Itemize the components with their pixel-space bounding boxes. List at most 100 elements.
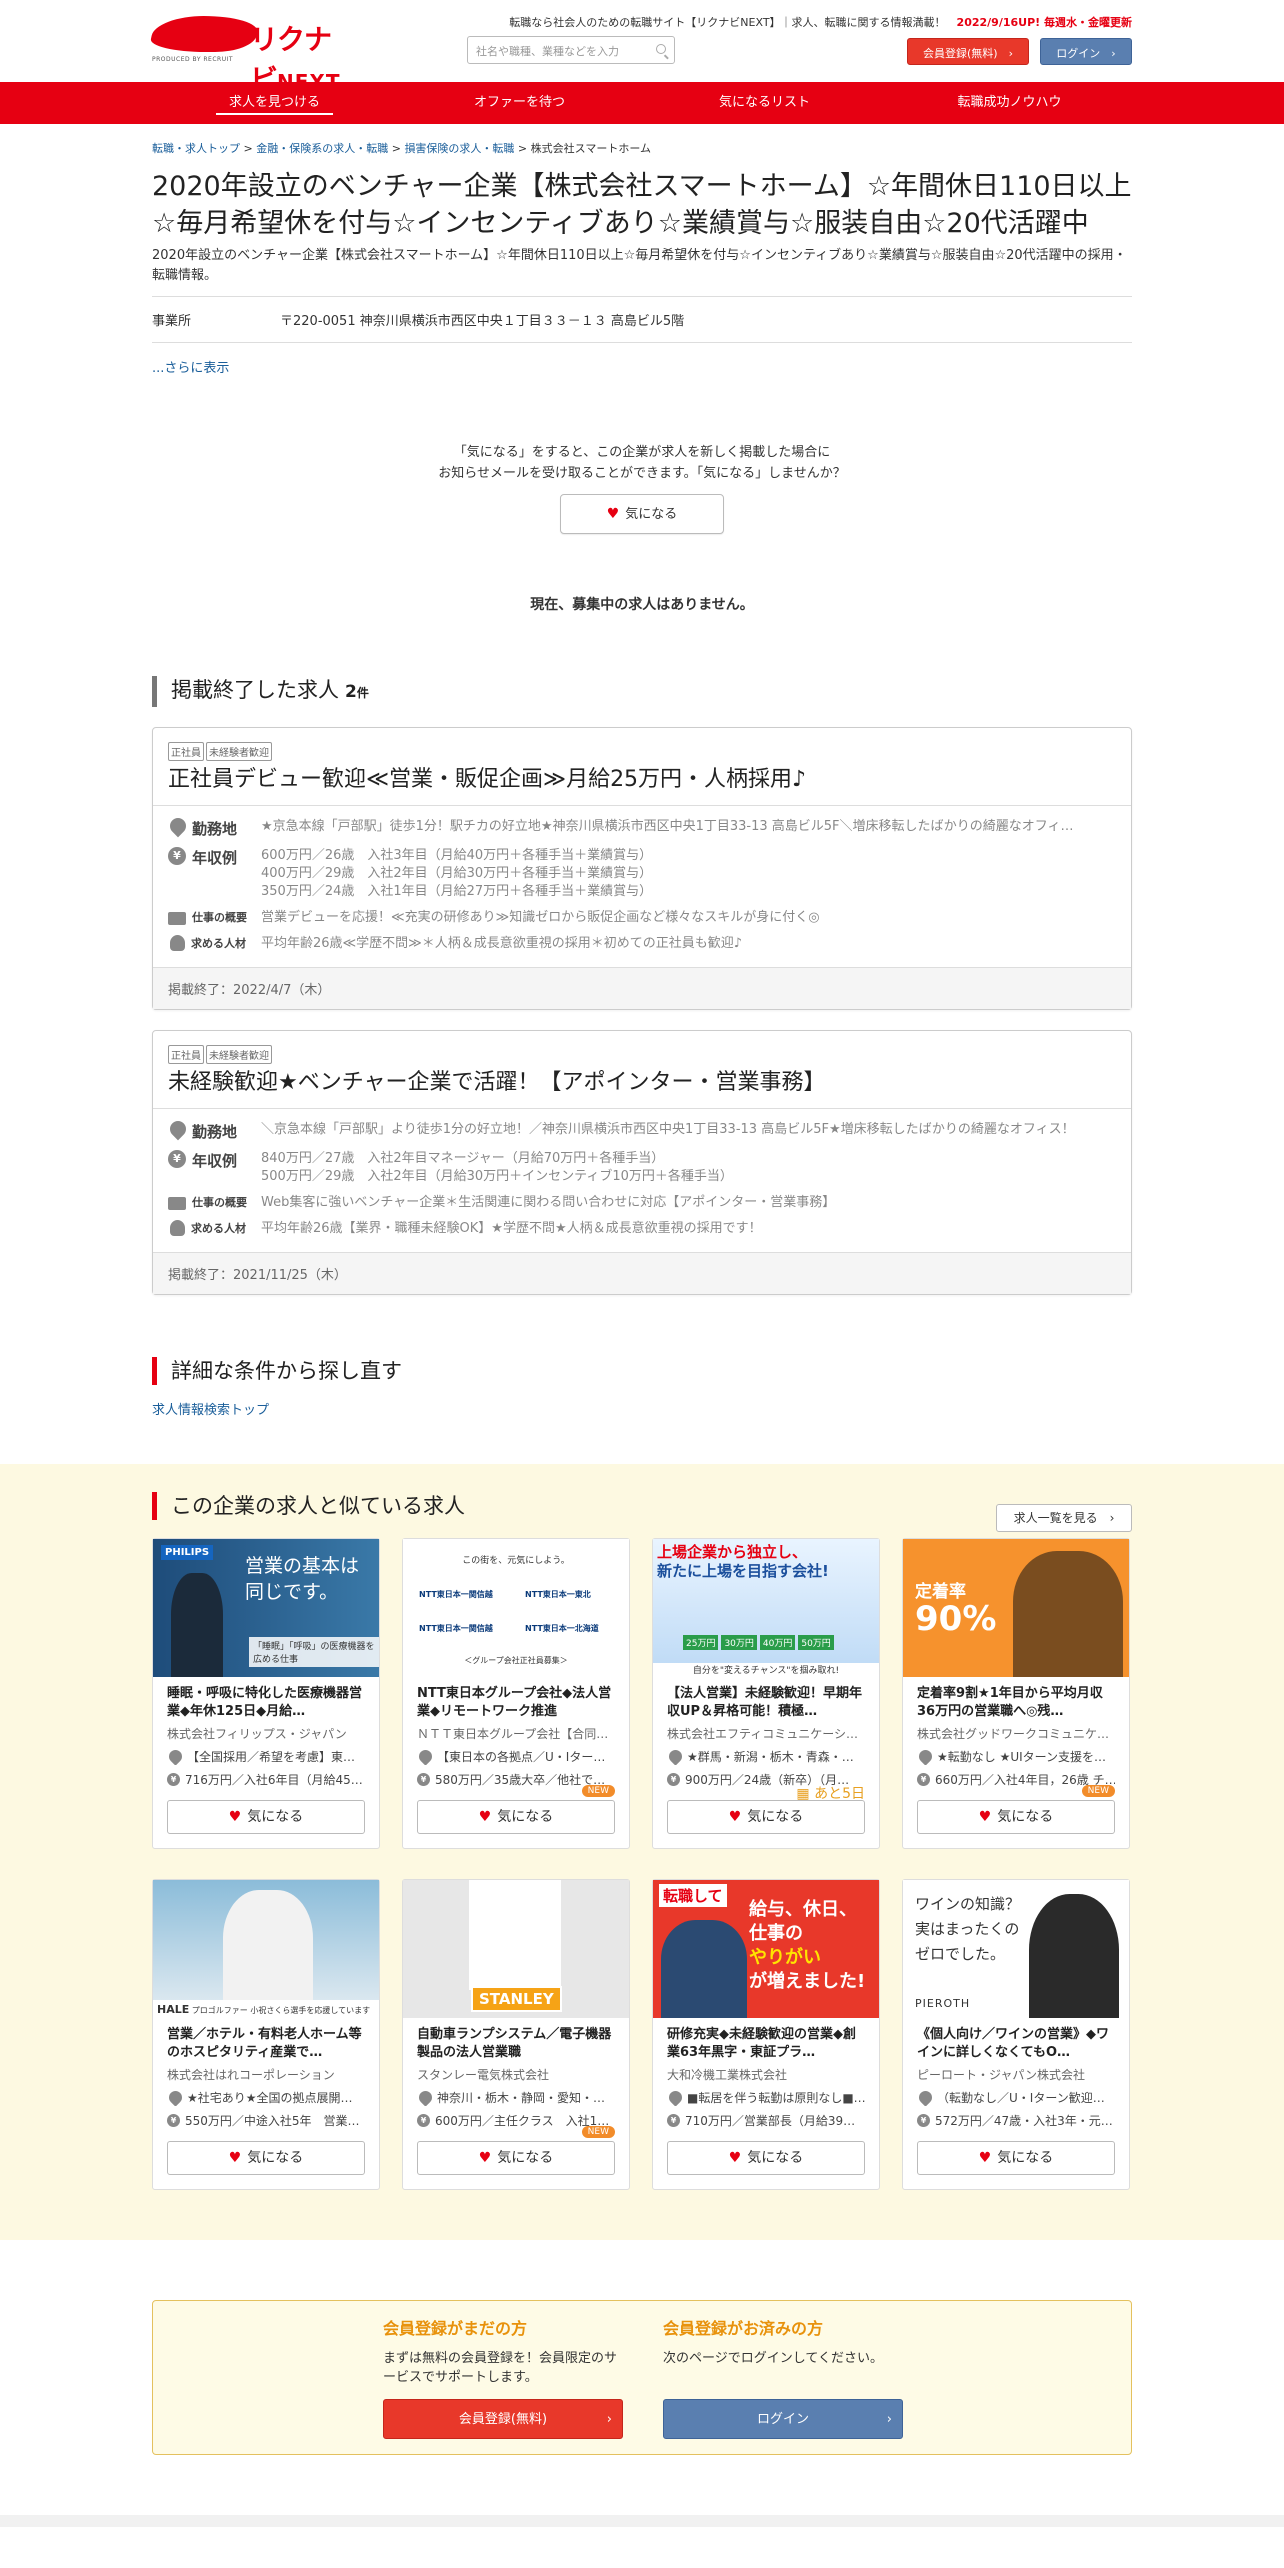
job-image[interactable]: 上場企業から独立し、 新たに上場を目指す会社! 25万円 30万円 40万円 50万円 … (653, 1539, 879, 1677)
similar-card[interactable]: 転職して 給与、休日、 仕事の やりがい が増えました! 研修充実◆未経験歓迎の営業◆… (652, 1879, 880, 2190)
fav-button[interactable]: ♥ 気になる (917, 2141, 1115, 2175)
similar-card[interactable]: PHILIPS 営業の基本は 同じです。 「睡眠」「呼吸」の医療機器を広める仕事 … (152, 1538, 380, 1849)
image-caption: この街を、元気にしよう。 (462, 1556, 570, 1566)
nav-knowhow[interactable]: 転職成功ノウハウ (887, 82, 1132, 124)
fav-button[interactable]: ♥ 気になる (917, 1800, 1115, 1834)
office-label: 事業所 (152, 314, 192, 329)
header: リクナビNEXT PRODUCED BY RECRUIT 転職なら社会人のための… (148, 0, 1132, 96)
fav-button[interactable]: ♥ 気になる (667, 1800, 865, 1834)
image-caption: ワインの知識？ 実はまったくの ゼロでした。 (915, 1895, 1021, 1963)
card-body: 勤務地 ★京急本線「戸部駅」徒歩1分！駅チカの好立地★神奈川県横浜市西区中央1丁目… (153, 806, 1131, 967)
similar-card[interactable]: この街を、元気にしよう。 NTT東日本一関信越 NTT東日本一東北 NTT東日本… (402, 1538, 630, 1849)
search-top-link[interactable]: 求人情報検索トップ (152, 1399, 1132, 1418)
job-location: ★京急本線「戸部駅」徒歩1分！駅チカの好立地★神奈川県横浜市西区中央1丁目33-… (261, 819, 1074, 834)
fav-box: 「気になる」をすると、この企業が求人を新しく掲載した場合に お知らせメールを受け… (152, 442, 1132, 534)
new-badge: NEW (581, 2126, 615, 2138)
register-button[interactable]: 会員登録(無料) › (907, 38, 1029, 65)
breadcrumb-top[interactable]: 転職・求人トップ (152, 142, 240, 155)
job-image[interactable]: HALE プロゴルファー 小祝さくら選手を応援しています (153, 1880, 379, 2018)
fav-button[interactable]: ♥ 気になる (167, 1800, 365, 1834)
member-login-button[interactable]: ログイン › (663, 2399, 903, 2439)
image-caption: 転職して (659, 1884, 727, 1907)
fav-text-1: 「気になる」をすると、この企業が求人を新しく掲載した場合に (453, 445, 831, 460)
fav-text-2: お知らせメールを受け取ることができます。「気になる」しませんか？ (438, 466, 846, 481)
job-image[interactable]: STANLEY (403, 1880, 629, 2018)
similar-title[interactable]: 自動車ランプシステム／電子機器製品の法人営業職 (417, 2026, 615, 2062)
job-list-button[interactable]: 求人一覧を見る › (996, 1504, 1132, 1532)
fav-button[interactable]: ♥ 気になる (417, 1800, 615, 1834)
hale-logo: HALE プロゴルファー 小祝さくら選手を応援しています (153, 2000, 379, 2018)
image-subcaption: 自分を"変えるチャンス"を掴み取れ! (653, 1663, 879, 1677)
breadcrumb: 転職・求人トップ > 金融・保険系の求人・転職 > 損害保険の求人・転職 > 株… (152, 142, 651, 155)
job-title[interactable]: 未経験歓迎★ベンチャー企業で活躍！【アポインター・営業事務】 (168, 1068, 1116, 1098)
member-register-button[interactable]: 会員登録(無料) › (383, 2399, 623, 2439)
breadcrumb-finance[interactable]: 金融・保険系の求人・転職 (256, 142, 388, 155)
similar-company: 株式会社エフティコミュニケーシ… (667, 1727, 859, 1741)
ended-job-card[interactable]: 正社員 未経験者歓迎 正社員デビュー歓迎≪営業・販促企画≫月給25万円・人柄採用♪… (152, 727, 1132, 1010)
yen-icon: ¥ (917, 2114, 930, 2127)
location-icon (167, 2089, 185, 2106)
logo[interactable]: リクナビNEXT PRODUCED BY RECRUIT (148, 16, 352, 96)
search-input[interactable]: 社名や職種、業種などを入力 (467, 36, 675, 64)
nav-fav-list[interactable]: 気になるリスト (642, 82, 887, 124)
global-nav: 求人を見つける オファーを待つ 気になるリスト 転職成功ノウハウ (0, 82, 1284, 124)
similar-location: ■転居を伴う転勤は原則なし■… (667, 2089, 865, 2106)
image-subcaption: 「睡眠」「呼吸」の医療機器を広める仕事 (249, 1637, 379, 1667)
job-location: ＼京急本線「戸部駅」より徒歩1分の好立地！／神奈川県横浜市西区中央1丁目33-1… (261, 1122, 1075, 1137)
job-image[interactable]: 転職して 給与、休日、 仕事の やりがい が増えました! (653, 1880, 879, 2018)
similar-card[interactable]: HALE プロゴルファー 小祝さくら選手を応援しています 営業／ホテル・有料老人… (152, 1879, 380, 2190)
heart-icon: ♥ (728, 2150, 742, 2166)
job-title[interactable]: 正社員デビュー歓迎≪営業・販促企画≫月給25万円・人柄採用♪ (168, 765, 1116, 795)
similar-title[interactable]: 定着率9割★1年目から平均月収36万円の営業職へ◎残… (917, 1685, 1115, 1721)
nav-find-jobs[interactable]: 求人を見つける (152, 82, 397, 124)
image-subcaption: 給与、休日、 仕事の やりがい が増えました! (749, 1899, 866, 1992)
location-icon (417, 2089, 435, 2106)
search-icon[interactable] (656, 44, 666, 54)
similar-card[interactable]: 上場企業から独立し、 新たに上場を目指す会社! 25万円 30万円 40万円 50万円 … (652, 1538, 880, 1849)
similar-title[interactable]: 【法人営業】未経験歓迎！早期年収UP＆昇格可能！積極… (667, 1685, 865, 1721)
job-image[interactable]: 定着率 90% (903, 1539, 1129, 1677)
person-icon (170, 935, 185, 951)
job-image[interactable]: ワインの知識？ 実はまったくの ゼロでした。 PIEROTH (903, 1880, 1129, 2018)
image-caption: 営業の基本は 同じです。 (245, 1555, 360, 1603)
job-image[interactable]: この街を、元気にしよう。 NTT東日本一関信越 NTT東日本一東北 NTT東日本… (403, 1539, 629, 1677)
ended-date: 掲載終了：2021/11/25（木） (153, 1252, 1131, 1294)
job-image[interactable]: PHILIPS 営業の基本は 同じです。 「睡眠」「呼吸」の医療機器を広める仕事 (153, 1539, 379, 1677)
similar-card[interactable]: 定着率 90% 定着率9割★1年目から平均月収36万円の営業職へ◎残… 株式会社… (902, 1538, 1130, 1849)
similar-title[interactable]: 営業／ホテル・有料老人ホーム等のホスピタリティ産業で… (167, 2026, 365, 2062)
login-button[interactable]: ログイン › (1040, 38, 1132, 65)
fav-button[interactable]: ♥ 気になる (417, 2141, 615, 2175)
fav-company-button[interactable]: ♥ 気になる (560, 494, 724, 534)
yen-icon: ¥ (417, 1773, 430, 1786)
similar-location: ★群馬・新潟・栃木・青森・… (667, 1748, 865, 1765)
yen-icon: ¥ (167, 1773, 180, 1786)
similar-section: この企業の求人と似ている求人 求人一覧を見る › PHILIPS 営業の基本は同… (0, 1464, 1284, 2240)
nav-wait-offer[interactable]: オファーを待つ (397, 82, 642, 124)
similar-title[interactable]: 睡眠・呼吸に特化した医療機器営業◆年休125日◆月給… (167, 1685, 365, 1721)
ended-job-card[interactable]: 正社員 未経験者歓迎 未経験歓迎★ベンチャー企業で活躍！【アポインター・営業事務】… (152, 1030, 1132, 1295)
member-box: 会員登録がまだの方 まずは無料の会員登録を！会員限定のサービスでサポートします。… (152, 2300, 1132, 2455)
fav-button[interactable]: ♥ 気になる (667, 2141, 865, 2175)
breadcrumb-insurance[interactable]: 損害保険の求人・転職 (404, 142, 514, 155)
member-existing-title: 会員登録がお済みの方 (663, 2319, 824, 2338)
page-title: 2020年設立のベンチャー企業【株式会社スマートホーム】☆年間休日110日以上☆… (152, 171, 1132, 239)
location-icon (166, 1117, 190, 1141)
show-more-link[interactable]: ...さらに表示 (152, 357, 1132, 376)
office-row: 事業所 〒220-0051 神奈川県横浜市西区中央１丁目３３－１３ 高島ビル5階 (152, 297, 1132, 343)
similar-title[interactable]: 研修充実◆未経験歓迎の営業◆創業63年黒字・東証プラ… (667, 2026, 865, 2062)
job-pay: 840万円／27歳 入社2年目マネージャー（月給70万円＋各種手当） 500万円／… (261, 1151, 733, 1184)
fav-button[interactable]: ♥ 気になる (167, 2141, 365, 2175)
photo-office (469, 1880, 561, 1990)
similar-company: ＮＴＴ東日本グループ会社【合同… (417, 1727, 609, 1741)
similar-title[interactable]: 《個人向け／ワインの営業》◆ワインに詳しくなくてもO… (917, 2026, 1115, 2062)
similar-card[interactable]: ワインの知識？ 実はまったくの ゼロでした。 PIEROTH 《個人向け／ワインの営… (902, 1879, 1130, 2190)
similar-card[interactable]: STANLEY 自動車ランプシステム／電子機器製品の法人営業職 スタンレー電気株… (402, 1879, 630, 2190)
similar-company: ピーロート・ジャパン株式会社 (917, 2068, 1086, 2082)
person-icon (170, 1220, 185, 1236)
yen-icon: ¥ (167, 2114, 180, 2127)
similar-title[interactable]: NTT東日本グループ会社◆法人営業◆リモートワーク推進 (417, 1685, 615, 1721)
heart-icon: ♥ (978, 2150, 992, 2166)
chevron-right-icon: › (886, 2412, 892, 2427)
logo-sub: PRODUCED BY RECRUIT (152, 56, 234, 63)
card-head: 正社員 未経験者歓迎 正社員デビュー歓迎≪営業・販促企画≫月給25万円・人柄採用♪ (153, 728, 1131, 806)
